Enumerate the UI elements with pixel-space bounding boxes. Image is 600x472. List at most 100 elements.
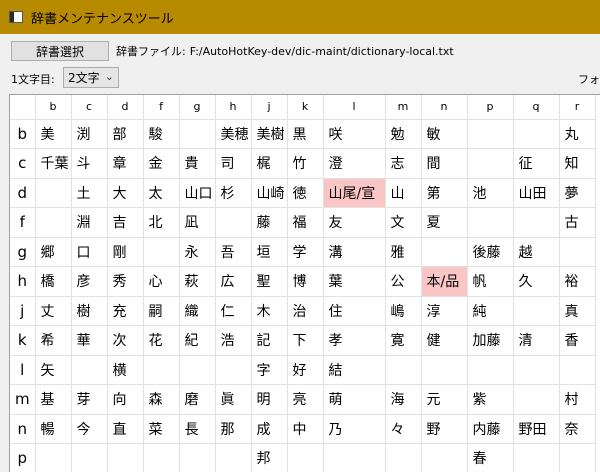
grid-cell[interactable]: 眞 xyxy=(215,384,252,415)
grid-cell[interactable] xyxy=(35,207,72,238)
grid-cell[interactable]: 間 xyxy=(421,148,468,179)
grid-cell[interactable]: 友 xyxy=(323,207,386,238)
font-label[interactable]: フォント xyxy=(578,71,600,87)
row-header[interactable]: f xyxy=(10,207,36,238)
grid-cell[interactable]: 澄 xyxy=(323,148,386,179)
grid-cell[interactable] xyxy=(421,443,468,472)
grid-cell[interactable]: 山口 xyxy=(179,178,216,208)
grid-cell[interactable]: 太 xyxy=(143,178,180,208)
grid-cell[interactable]: 長 xyxy=(179,414,216,444)
grid-cell[interactable] xyxy=(35,178,72,208)
grid-cell[interactable]: 淵 xyxy=(71,207,108,238)
grid-cell[interactable] xyxy=(287,443,324,472)
grid-cell[interactable]: 博 xyxy=(287,266,324,297)
grid-cell[interactable]: 希 xyxy=(35,325,72,356)
grid-cell[interactable]: 紫 xyxy=(467,384,514,415)
grid-cell[interactable]: 浩 xyxy=(215,325,252,356)
grid-cell[interactable]: 知 xyxy=(559,148,596,179)
grid-cell[interactable]: 口 xyxy=(71,237,108,267)
grid-cell[interactable] xyxy=(421,355,468,385)
grid-cell[interactable]: 心 xyxy=(143,266,180,297)
grid-cell[interactable]: 山 xyxy=(385,178,422,208)
grid-cell[interactable] xyxy=(513,207,560,238)
row-header[interactable]: b xyxy=(10,119,36,149)
grid-cell[interactable] xyxy=(385,355,422,385)
grid-cell[interactable]: 仁 xyxy=(215,296,252,326)
grid-cell[interactable]: 敏 xyxy=(421,119,468,149)
grid-cell[interactable]: 芽 xyxy=(71,384,108,415)
grid-cell[interactable]: 夢 xyxy=(559,178,596,208)
grid-cell[interactable] xyxy=(143,443,180,472)
grid-cell[interactable]: 広 xyxy=(215,266,252,297)
grid-cell[interactable] xyxy=(143,355,180,385)
grid-cell[interactable]: 木 xyxy=(251,296,288,326)
grid-cell[interactable] xyxy=(513,296,560,326)
grid-cell[interactable]: 文 xyxy=(385,207,422,238)
grid-cell[interactable] xyxy=(385,443,422,472)
grid-cell[interactable]: 嗣 xyxy=(143,296,180,326)
grid-cell-highlighted[interactable]: 本/品 xyxy=(421,266,468,297)
grid-cell[interactable]: 公 xyxy=(385,266,422,297)
grid-cell[interactable]: 次 xyxy=(107,325,144,356)
grid-cell[interactable]: 暢 xyxy=(35,414,72,444)
grid-cell[interactable]: 山田 xyxy=(513,178,560,208)
grid-cell[interactable] xyxy=(467,119,514,149)
column-header[interactable]: d xyxy=(107,95,144,120)
grid-cell[interactable]: 野 xyxy=(421,414,468,444)
row-header[interactable]: c xyxy=(10,148,36,179)
grid-cell[interactable]: 竹 xyxy=(287,148,324,179)
grid-cell[interactable]: 美樹 xyxy=(251,119,288,149)
grid-cell[interactable]: 横 xyxy=(107,355,144,385)
grid-cell[interactable]: 充 xyxy=(107,296,144,326)
grid-cell[interactable]: 学 xyxy=(287,237,324,267)
grid-cell[interactable]: 夏 xyxy=(421,207,468,238)
grid-cell[interactable] xyxy=(71,443,108,472)
grid-cell[interactable]: 千葉 xyxy=(35,148,72,179)
grid-cell[interactable]: 嶋 xyxy=(385,296,422,326)
column-header[interactable]: f xyxy=(143,95,180,120)
grid-cell[interactable]: 咲 xyxy=(323,119,386,149)
grid-cell[interactable]: 吉 xyxy=(107,207,144,238)
row-header[interactable]: n xyxy=(10,414,36,444)
grid-cell[interactable]: 美 xyxy=(35,119,72,149)
grid-cell[interactable]: 徳 xyxy=(287,178,324,208)
grid-cell[interactable]: 邦 xyxy=(251,443,288,472)
column-header[interactable]: c xyxy=(71,95,108,120)
grid-cell[interactable] xyxy=(143,237,180,267)
grid-cell[interactable] xyxy=(559,443,596,472)
grid-cell[interactable] xyxy=(179,119,216,149)
grid-cell[interactable]: 永 xyxy=(179,237,216,267)
grid-cell[interactable]: 内藤 xyxy=(467,414,514,444)
grid-cell[interactable]: 織 xyxy=(179,296,216,326)
column-header[interactable]: n xyxy=(421,95,468,120)
grid-cell[interactable]: 萩 xyxy=(179,266,216,297)
grid-cell[interactable]: 征 xyxy=(513,148,560,179)
grid-cell[interactable] xyxy=(513,119,560,149)
grid-cell[interactable]: 後藤 xyxy=(467,237,514,267)
grid-cell[interactable] xyxy=(179,355,216,385)
row-header[interactable]: m xyxy=(10,384,36,415)
grid-cell[interactable]: 向 xyxy=(107,384,144,415)
grid-cell[interactable] xyxy=(559,237,596,267)
grid-cell[interactable]: 磨 xyxy=(179,384,216,415)
grid-cell[interactable]: 金 xyxy=(143,148,180,179)
grid-cell[interactable]: 加藤 xyxy=(467,325,514,356)
grid-cell[interactable]: 藤 xyxy=(251,207,288,238)
grid-cell[interactable]: 秀 xyxy=(107,266,144,297)
column-header[interactable]: b xyxy=(35,95,72,120)
grid-cell-highlighted[interactable]: 山尾/宣 xyxy=(323,178,386,208)
grid-cell[interactable]: 越 xyxy=(513,237,560,267)
grid-cell[interactable]: 清 xyxy=(513,325,560,356)
grid-cell[interactable] xyxy=(559,355,596,385)
grid-cell[interactable]: 字 xyxy=(251,355,288,385)
row-header[interactable]: l xyxy=(10,355,36,385)
column-header[interactable]: m xyxy=(385,95,422,120)
grid-cell[interactable]: 彦 xyxy=(71,266,108,297)
grid-cell[interactable]: 真 xyxy=(559,296,596,326)
grid-cell[interactable]: 野田 xyxy=(513,414,560,444)
grid-cell[interactable] xyxy=(513,384,560,415)
grid-cell[interactable]: 矢 xyxy=(35,355,72,385)
grid-cell[interactable]: 郷 xyxy=(35,237,72,267)
grid-cell[interactable]: 海 xyxy=(385,384,422,415)
grid-cell[interactable]: 丸 xyxy=(559,119,596,149)
